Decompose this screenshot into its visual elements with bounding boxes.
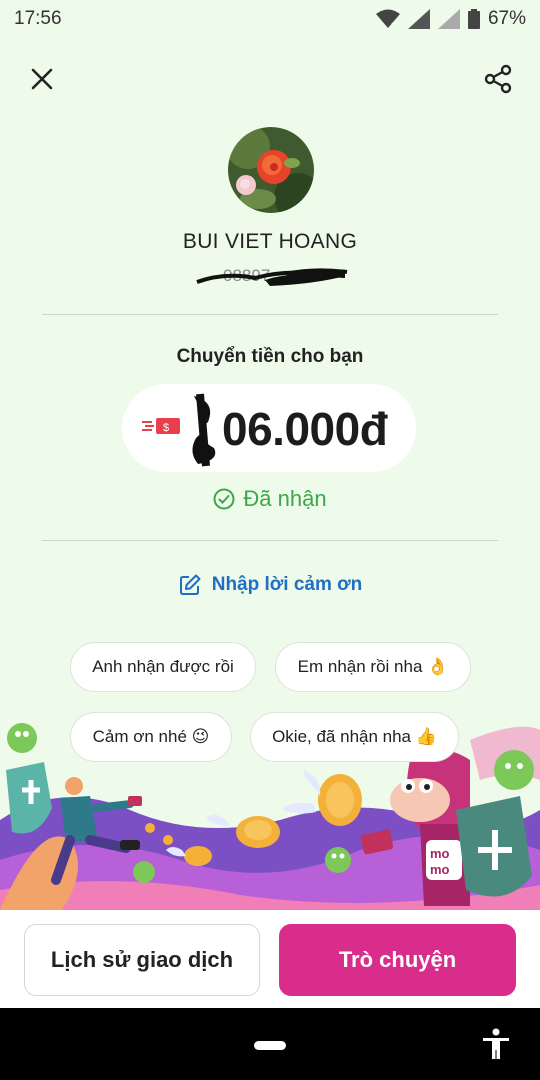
amount-redaction: [192, 393, 216, 467]
close-button[interactable]: [24, 61, 60, 97]
divider: [42, 314, 498, 315]
enter-thanks-button[interactable]: Nhập lời cảm ơn: [0, 573, 540, 597]
check-circle-icon: [213, 488, 235, 510]
enter-thanks-label: Nhập lời cảm ơn: [211, 574, 363, 595]
thanks-suggestion-chip[interactable]: Em nhận rồi nha 👌: [275, 642, 471, 692]
svg-text:mo: mo: [430, 862, 450, 877]
edit-icon: [179, 574, 201, 595]
battery-icon: [467, 9, 480, 29]
received-status: Đã nhận: [0, 486, 540, 512]
clock: 17:56: [14, 8, 62, 29]
received-label: Đã nhận: [243, 486, 327, 511]
signal-icon: [407, 9, 430, 29]
amount-card: $ 06.000đ: [122, 384, 416, 472]
svg-text:$: $: [163, 422, 169, 434]
recipient-name: BUI VIET HOANG: [182, 230, 358, 253]
home-gesture-handle[interactable]: [254, 1041, 286, 1050]
accessibility-icon[interactable]: [481, 1028, 511, 1060]
share-button[interactable]: [480, 61, 516, 97]
thanks-suggestion-chip[interactable]: Okie, đã nhận nha 👍: [250, 712, 459, 762]
thanks-suggestion-chip[interactable]: Cảm ơn nhé 😉: [70, 712, 232, 762]
transfer-title: Chuyển tiền cho bạn: [176, 346, 364, 367]
money-icon: $: [142, 418, 180, 434]
divider: [42, 540, 498, 541]
top-bar: [0, 55, 540, 105]
thanks-suggestion-chip[interactable]: Anh nhận được rồi: [70, 642, 256, 692]
transaction-history-button[interactable]: Lịch sử giao dịch: [24, 924, 260, 996]
amount-value: 06.000đ: [222, 403, 388, 455]
avatar: [228, 127, 314, 213]
share-icon: [484, 64, 512, 94]
close-icon: [31, 68, 53, 90]
chat-button[interactable]: Trò chuyện: [279, 924, 516, 996]
battery-percent: 67%: [487, 8, 526, 29]
bottom-action-bar: Lịch sử giao dịch Trò chuyện: [0, 910, 540, 1010]
wifi-icon: [375, 9, 400, 29]
phone-redaction: [196, 268, 348, 286]
status-bar: 17:56 67%: [0, 0, 540, 38]
svg-text:mo: mo: [430, 846, 450, 861]
recipient-phone: 08897: [195, 264, 350, 290]
status-icons: 67%: [375, 8, 526, 30]
signal-icon: [437, 9, 460, 29]
system-nav-bar: [0, 1008, 540, 1080]
